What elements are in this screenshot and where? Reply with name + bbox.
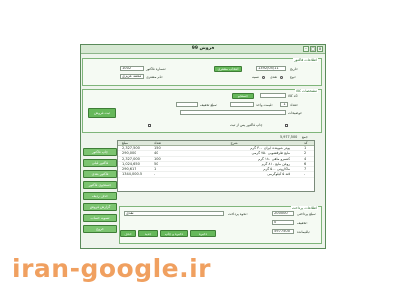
qty-field[interactable]: 1 bbox=[280, 102, 288, 107]
cell-desc: مایع ظرفشویی ۷۵۰ گرمی bbox=[251, 151, 290, 156]
cell-code: 6 bbox=[304, 161, 307, 166]
price-label: قیمت واحد: bbox=[256, 103, 273, 107]
method-label: نحوه پرداخت: bbox=[228, 212, 248, 216]
close-button[interactable]: x bbox=[317, 46, 323, 52]
add-item-button[interactable]: ثبت فروش bbox=[88, 108, 116, 118]
cell-desc: روغن مایع ۸۱۰ گرم bbox=[261, 161, 290, 166]
minimize-button[interactable]: - bbox=[303, 46, 309, 52]
invoice-number-field[interactable]: 1002 bbox=[120, 66, 144, 71]
search-invoice-button[interactable]: جستجوی فاکتور bbox=[83, 181, 117, 189]
date-field[interactable]: 1392/05/11 bbox=[256, 66, 286, 71]
cell-amount: 290,000 bbox=[122, 151, 137, 156]
delete-button[interactable]: حذف bbox=[120, 230, 136, 237]
item-info-title: مشخصات کالا bbox=[294, 89, 318, 93]
select-customer-button[interactable]: انتخاب مشتری bbox=[214, 66, 242, 72]
print-after-save-checkbox[interactable] bbox=[285, 124, 288, 127]
table-row[interactable]: 1344,000.5 - قند ۵ کیلوگرمی - bbox=[118, 172, 314, 178]
cell-amount: 2,327,500 bbox=[122, 146, 140, 150]
radio-credit-label: نسیه bbox=[252, 75, 259, 79]
print-invoice-button[interactable]: چاپ فاکتور bbox=[83, 148, 117, 156]
cell-desc: قند ۵ کیلوگرمی bbox=[267, 172, 290, 177]
cell-code: 1 bbox=[304, 146, 307, 150]
radio-cash-label: نقدی bbox=[270, 75, 278, 79]
next-invoice-button[interactable]: فاکتور بعدی bbox=[83, 170, 117, 178]
item-code-field[interactable] bbox=[260, 93, 286, 98]
site-watermark: iran-google.ir bbox=[12, 254, 212, 283]
total-value: 5,977,500 bbox=[280, 135, 298, 139]
maximize-button[interactable]: □ bbox=[310, 46, 316, 52]
cell-amount: 1,024,650 bbox=[122, 161, 140, 166]
method-select[interactable]: نقدی bbox=[124, 211, 224, 216]
customer-field[interactable]: محمد عزیزی bbox=[120, 74, 144, 79]
cell-desc: پودر شوینده ایران ۳۰۰ گرم bbox=[250, 146, 290, 150]
cell-code: - bbox=[304, 172, 306, 177]
total-items-label: جمع bbox=[302, 135, 308, 139]
save-print-button[interactable]: ذخیره و چاپ bbox=[160, 230, 188, 237]
cell-desc: کنسرو ماهی ۱۸۰ گرم bbox=[258, 156, 290, 161]
price-field[interactable] bbox=[230, 102, 254, 107]
invoice-number-label: شماره فاکتور: bbox=[146, 67, 167, 71]
payment-discount-label: تخفیف: bbox=[297, 221, 308, 225]
invoice-info-title: اطلاعات فاکتور bbox=[293, 58, 318, 62]
items-table: مبلغ تعداد شرح کد 2,327,500 150 پودر شوی… bbox=[117, 140, 315, 192]
date-label: تاریخ: bbox=[290, 67, 298, 71]
window-title: فروش 99 bbox=[191, 46, 215, 51]
prev-invoice-button[interactable]: فاکتور قبلی bbox=[83, 159, 117, 167]
remain-label: باقیمانده: bbox=[297, 230, 311, 234]
payment-title: اطلاعات پرداخت bbox=[290, 206, 318, 210]
search-button[interactable]: جستجو bbox=[232, 93, 254, 99]
discount-label: مبلغ تخفیف: bbox=[200, 103, 218, 107]
paid-field[interactable]: 200000 bbox=[272, 211, 294, 216]
paid-label: مبلغ پرداختی: bbox=[297, 212, 317, 216]
cell-desc: ماکارونی ۵۰۰ گرم bbox=[263, 167, 290, 172]
cell-qty: 40 bbox=[154, 151, 159, 156]
payment-discount-field[interactable]: 0 bbox=[272, 220, 294, 225]
cell-amount: 2,327,000 bbox=[122, 156, 140, 161]
cell-code: 2 bbox=[304, 151, 307, 156]
cell-qty: 50 bbox=[154, 161, 159, 166]
sales-report-button[interactable]: گزارش فروش bbox=[83, 203, 117, 211]
desc-field[interactable] bbox=[180, 110, 286, 115]
desc-label: توضیحات: bbox=[288, 111, 303, 115]
radio-cash[interactable] bbox=[280, 76, 283, 79]
cell-amount: 290,617 bbox=[122, 167, 137, 172]
delete-row-button[interactable]: حذف ردیف bbox=[83, 192, 117, 200]
cell-code: 7 bbox=[304, 167, 307, 172]
save-button[interactable]: ذخیره bbox=[190, 230, 216, 237]
cell-qty: 150 bbox=[154, 146, 161, 150]
new-button[interactable]: جدید bbox=[138, 230, 158, 237]
qty-label: تعداد: bbox=[290, 103, 298, 107]
type-label: نوع: bbox=[290, 75, 296, 79]
cell-qty: 100 bbox=[154, 156, 161, 161]
exit-button[interactable]: خروج bbox=[83, 225, 117, 233]
remain-field[interactable]: 5977500 bbox=[272, 229, 294, 234]
item-code-label: کد کالا: bbox=[288, 94, 299, 98]
cell-qty: - bbox=[154, 172, 156, 177]
settle-button[interactable]: تسویه حساب bbox=[83, 214, 117, 222]
cell-code: 4 bbox=[304, 156, 307, 161]
print-after-save-label: چاپ فاکتور پس از ثبت bbox=[230, 123, 263, 127]
invoice-info-group: اطلاعات فاکتور bbox=[82, 58, 322, 86]
radio-credit[interactable] bbox=[262, 76, 265, 79]
cell-amount: 1344,000.5 bbox=[122, 172, 143, 177]
customer-label: نام مشتری: bbox=[146, 75, 163, 79]
cell-qty: 1 bbox=[154, 167, 157, 172]
option-checkbox[interactable] bbox=[148, 124, 151, 127]
title-bar: فروش 99 - □ x bbox=[81, 45, 325, 54]
discount-field[interactable] bbox=[176, 102, 198, 107]
